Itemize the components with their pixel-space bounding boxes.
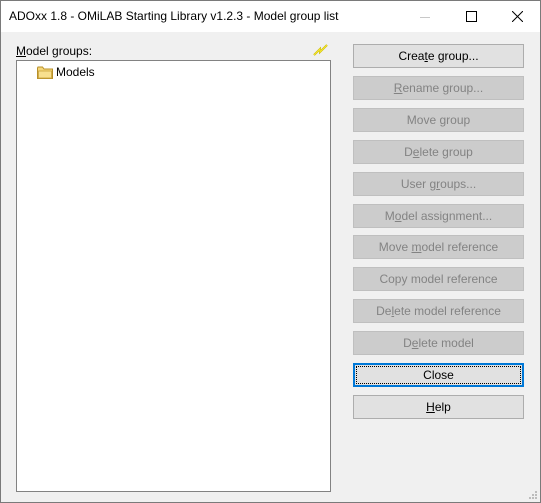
button-label: Copy model reference [379, 272, 497, 286]
button-label-part: Crea [398, 49, 425, 63]
button-label-part: M [384, 208, 395, 223]
model-groups-label: Model groups: [16, 44, 92, 58]
delete-model-button[interactable]: Delete model [353, 331, 524, 356]
label-text: odel groups: [26, 44, 93, 58]
button-label-part: lete group [419, 144, 473, 159]
button-label-part: ename group... [402, 80, 484, 95]
button-label-part: Copy model reference [379, 272, 498, 287]
folder-icon [37, 66, 53, 79]
copy-model-reference-button[interactable]: Copy model reference [353, 267, 524, 292]
rename-group-button[interactable]: Rename group... [353, 75, 524, 100]
button-label-part: roup [446, 112, 471, 127]
button-label-part: del assignment... [401, 208, 493, 223]
button-label: Delete model reference [376, 304, 501, 318]
button-label: Model assignment... [385, 209, 492, 223]
button-label-part: e group... [427, 49, 479, 63]
maximize-icon [465, 11, 477, 22]
model-groups-tree[interactable]: Models [16, 60, 331, 492]
button-label: Move group [407, 113, 470, 127]
button-label: Delete model [403, 336, 474, 350]
button-label: Delete group [404, 145, 473, 159]
tree-item-models[interactable]: Models [37, 64, 95, 80]
button-label: Create group... [398, 49, 478, 63]
delete-group-button[interactable]: Delete group [353, 139, 524, 164]
button-label-part: Move [378, 240, 412, 255]
model-group-list-window: ADOxx 1.8 - OMiLAB Starting Library v1.2… [0, 0, 541, 503]
focus-ring [356, 366, 521, 384]
minimize-icon [420, 16, 430, 18]
button-label-part: D [404, 144, 413, 159]
button-label: Move model reference [379, 240, 498, 254]
button-label-part: H [426, 399, 435, 414]
button-label: User groups... [401, 177, 476, 191]
title-bar[interactable]: ADOxx 1.8 - OMiLAB Starting Library v1.2… [1, 1, 540, 32]
tree-item-label: Models [56, 65, 95, 79]
button-label-part: ete model reference [394, 304, 501, 319]
close-icon [511, 11, 523, 22]
user-groups-button[interactable]: User groups... [353, 171, 524, 196]
button-label-part: Move [406, 112, 440, 127]
button-label-part: D [403, 336, 412, 351]
button-label-part: User g [400, 176, 437, 191]
button-label-part: lete model [418, 336, 474, 351]
lightning-icon[interactable] [313, 44, 329, 56]
button-label-part: odel reference [421, 240, 499, 255]
button-label-part: m [411, 240, 422, 255]
button-label: Help [426, 400, 451, 414]
maximize-button[interactable] [448, 1, 494, 32]
label-mnemonic: M [16, 44, 26, 58]
help-button[interactable]: Help [353, 394, 524, 419]
close-window-button[interactable] [494, 1, 540, 32]
minimize-button[interactable] [402, 1, 448, 32]
button-label: Rename group... [394, 81, 483, 95]
model-assignment-button[interactable]: Model assignment... [353, 203, 524, 228]
move-model-reference-button[interactable]: Move model reference [353, 235, 524, 260]
move-group-button[interactable]: Move group [353, 107, 524, 132]
resize-grip-icon[interactable] [528, 490, 538, 500]
window-title: ADOxx 1.8 - OMiLAB Starting Library v1.2… [9, 9, 339, 23]
button-label-part: elp [434, 399, 451, 414]
delete-model-reference-button[interactable]: Delete model reference [353, 299, 524, 324]
button-label-part: oups... [440, 176, 477, 191]
create-group-button[interactable]: Create group... [353, 44, 524, 68]
button-label-part: De [376, 304, 392, 319]
close-button[interactable]: Close [353, 363, 524, 387]
